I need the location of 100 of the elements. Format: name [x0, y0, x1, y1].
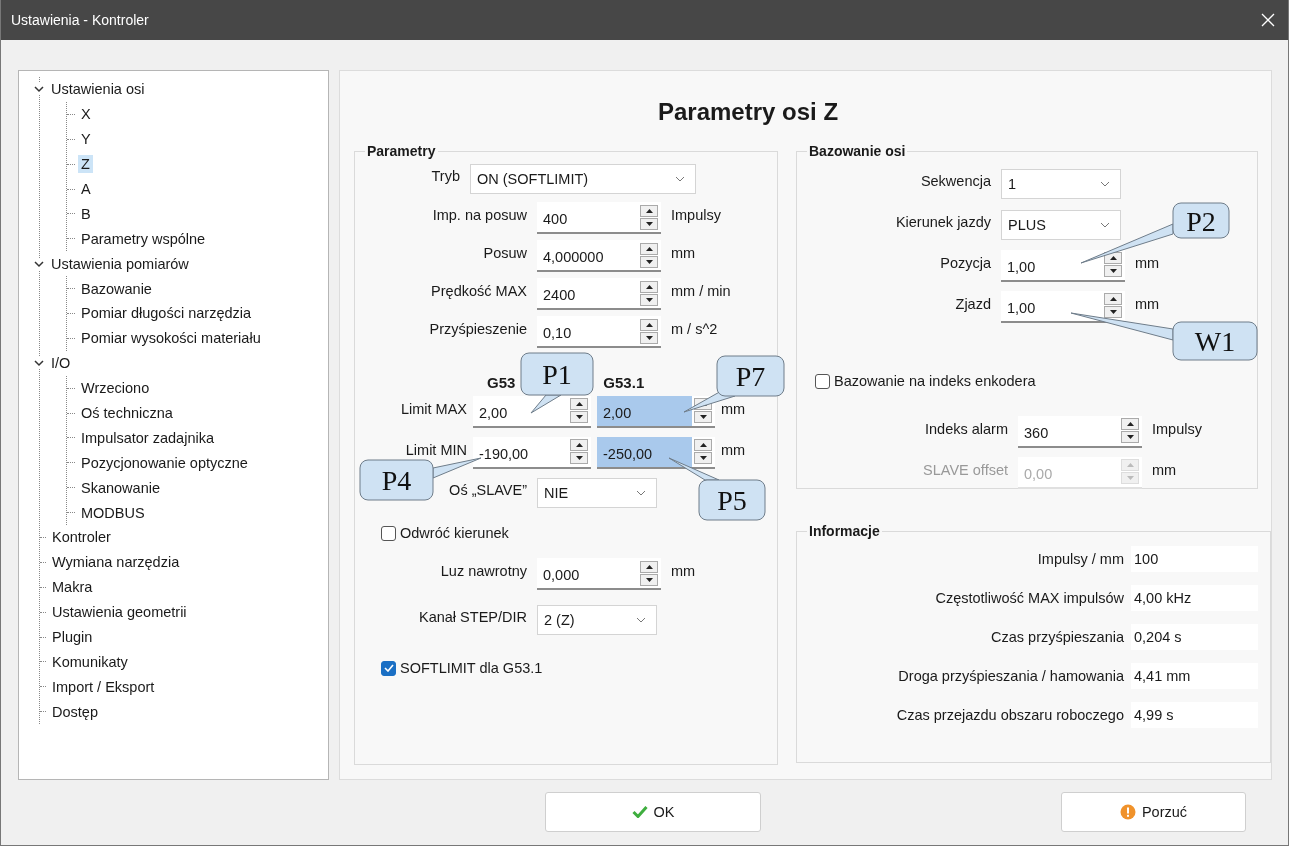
chevron-down-icon — [1100, 221, 1110, 228]
info-value: 4,00 kHz — [1131, 584, 1258, 611]
tree-item[interactable]: Parametry wspólne — [78, 229, 209, 248]
number-field[interactable]: 360 — [1018, 415, 1142, 448]
number-field[interactable]: 1,00 — [1001, 290, 1125, 323]
cancel-button[interactable]: Porzuć — [1061, 791, 1246, 832]
info-value: 100 — [1131, 545, 1258, 572]
tree-item[interactable]: Ustawienia geometrii — [49, 603, 190, 622]
number-field[interactable]: 0,000 — [537, 558, 661, 590]
tree-item[interactable]: Pomiar długości narzędzia — [78, 304, 255, 323]
spin-up-button[interactable] — [640, 204, 658, 217]
dropdown[interactable]: PLUS — [1001, 209, 1121, 240]
info-value: 4,99 s — [1131, 701, 1258, 728]
tree-item[interactable]: Y — [78, 130, 94, 149]
spin-up-button[interactable] — [570, 398, 588, 410]
spin-up-button[interactable] — [694, 439, 712, 451]
ok-button[interactable]: OK — [545, 791, 761, 832]
spin-down-button[interactable] — [694, 411, 712, 423]
spin-down-button[interactable] — [1104, 265, 1122, 277]
triangle-down-icon — [575, 415, 583, 419]
dropdown[interactable]: ON (SOFTLIMIT) — [470, 164, 696, 194]
unit-label: m / s^2 — [671, 321, 718, 337]
spin-down-button[interactable] — [1121, 431, 1139, 443]
checkbox[interactable] — [381, 660, 396, 676]
field-label: Pozycja — [939, 254, 991, 271]
spin-down-button[interactable] — [640, 293, 658, 306]
number-field[interactable]: -190,00 — [473, 436, 591, 469]
tree-item[interactable]: Pozycjonowanie optyczne — [78, 453, 251, 472]
triangle-up-icon — [1109, 297, 1117, 301]
number-field[interactable]: 2400 — [537, 278, 661, 310]
tree-item[interactable]: Dostęp — [49, 702, 101, 721]
spin-down-button[interactable] — [640, 573, 658, 586]
spin-up-button[interactable] — [1121, 418, 1139, 430]
close-icon — [1261, 13, 1275, 27]
tree-item[interactable]: Kontroler — [49, 528, 114, 547]
tree-item[interactable]: A — [78, 180, 94, 198]
chevron-down-icon — [636, 490, 646, 496]
field-label: Kierunek jazdy — [894, 213, 991, 230]
spin-up-button[interactable] — [1104, 293, 1122, 305]
tree-item[interactable]: Wrzeciono — [78, 379, 153, 398]
spin-down-button[interactable] — [1104, 306, 1122, 318]
chevron-down-icon — [636, 617, 646, 623]
tree-item[interactable]: Wymiana narzędzia — [49, 553, 183, 572]
window-title: Ustawienia - Kontroler — [11, 12, 149, 28]
spin-down-button[interactable] — [640, 217, 658, 230]
tree-item[interactable]: B — [78, 204, 94, 223]
spin-up-button[interactable] — [640, 242, 658, 255]
triangle-down-icon — [1126, 435, 1134, 439]
number-field[interactable]: 4,000000 — [537, 240, 661, 272]
dropdown[interactable]: 1 — [1001, 168, 1121, 199]
tree-item[interactable]: Skanowanie — [78, 478, 163, 497]
spin-up-button[interactable] — [570, 439, 588, 451]
spin-down-button[interactable] — [640, 331, 658, 344]
spin-up-button[interactable] — [640, 318, 658, 331]
field-label: Limit MAX — [399, 400, 467, 417]
field-label: Posuw — [482, 245, 527, 261]
number-field[interactable]: 1,00 — [1001, 249, 1125, 282]
tree-item[interactable]: I/O — [48, 354, 74, 373]
number-field[interactable]: 400 — [537, 202, 661, 234]
spin-down-button[interactable] — [640, 255, 658, 268]
triangle-up-icon — [575, 402, 583, 406]
tree-item[interactable]: Ustawienia pomiarów — [48, 254, 192, 273]
field-label: Indeks alarm — [924, 420, 1008, 437]
tree-item[interactable]: Oś techniczna — [78, 404, 176, 422]
triangle-down-icon — [645, 335, 653, 340]
triangle-up-icon — [699, 443, 707, 447]
tree-item[interactable]: Import / Eksport — [49, 677, 158, 696]
tree-item[interactable]: Bazowanie — [78, 279, 155, 298]
dropdown[interactable]: 2 (Z) — [537, 605, 657, 635]
tree-item[interactable]: X — [78, 105, 94, 124]
spin-up-button[interactable] — [640, 280, 658, 293]
field-label: Luz nawrotny — [439, 563, 527, 579]
spin-down-button[interactable] — [694, 452, 712, 464]
tree-item[interactable]: Pomiar wysokości materiału — [78, 329, 264, 348]
checkbox[interactable] — [381, 525, 396, 541]
tree-item[interactable]: Z — [78, 155, 93, 174]
field-label: Sekwencja — [919, 172, 991, 189]
triangle-up-icon — [645, 246, 653, 251]
number-field[interactable]: 0,10 — [537, 316, 661, 348]
triangle-down-icon — [1126, 476, 1134, 480]
spin-up-button[interactable] — [640, 560, 658, 573]
triangle-down-icon — [575, 456, 583, 460]
number-field[interactable]: -250,00 — [597, 436, 715, 469]
number-field[interactable]: 2,00 — [473, 395, 591, 428]
group-title: Bazowanie osi — [808, 143, 907, 159]
triangle-down-icon — [645, 259, 653, 264]
callout: W1 — [1070, 312, 1258, 361]
spin-down-button[interactable] — [570, 411, 588, 423]
tree-item[interactable]: Ustawienia osi — [48, 80, 148, 99]
tree-item[interactable]: Makra — [49, 578, 96, 597]
tree-item[interactable]: Impulsator zadajnika — [78, 428, 217, 447]
spin-down-button[interactable] — [570, 452, 588, 464]
tree-item[interactable]: Plugin — [49, 628, 96, 647]
tree-item[interactable]: MODBUS — [78, 503, 148, 522]
checkbox[interactable] — [815, 373, 830, 389]
triangle-up-icon — [645, 564, 653, 569]
dropdown[interactable]: NIE — [537, 478, 657, 508]
tree-item[interactable]: Komunikaty — [49, 652, 131, 671]
field-label: Imp. na posuw — [431, 207, 527, 223]
unit-label: mm — [671, 563, 696, 579]
